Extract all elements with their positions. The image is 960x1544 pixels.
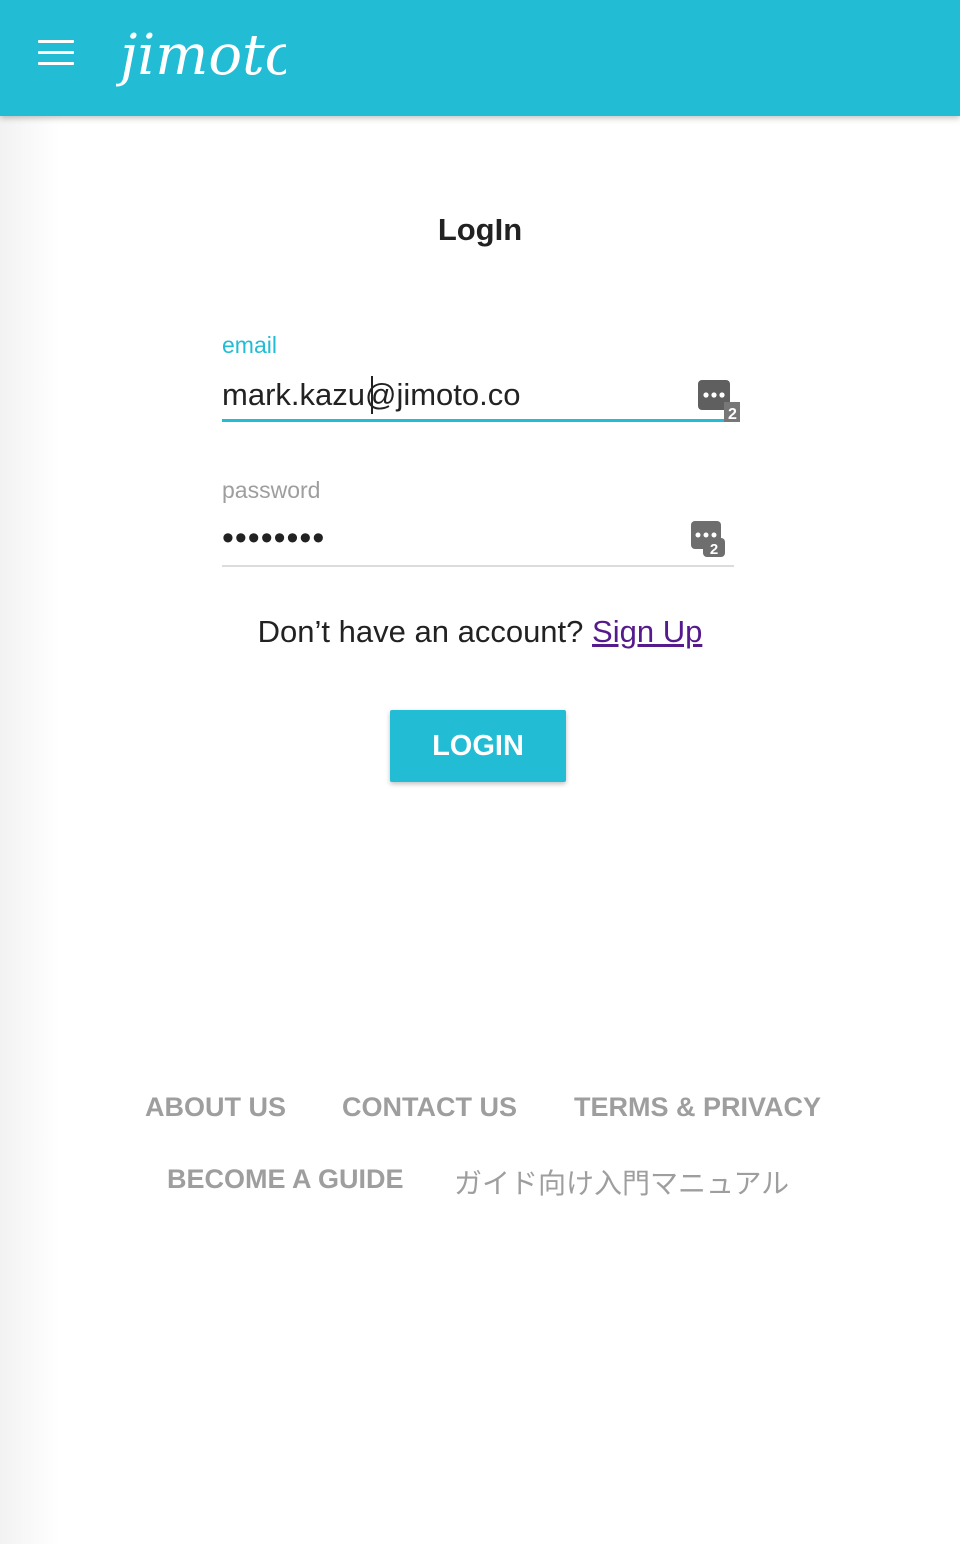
sign-up-link[interactable]: Sign Up xyxy=(592,614,702,649)
page-title: LogIn xyxy=(437,212,523,247)
svg-text:2: 2 xyxy=(710,541,718,558)
hamburger-menu-icon[interactable] xyxy=(38,40,74,66)
login-button[interactable]: LOGIN xyxy=(390,710,566,782)
text-caret xyxy=(371,376,373,414)
left-edge-shadow xyxy=(0,116,60,1544)
svg-text:jimoto: jimoto xyxy=(116,23,286,88)
signup-prompt: Don’t have an account? Sign Up xyxy=(0,614,960,650)
email-underline-focused xyxy=(222,419,726,422)
jimoto-logo[interactable]: jimoto xyxy=(116,14,286,94)
svg-text:2: 2 xyxy=(728,406,737,422)
footer-become-guide-link[interactable]: BECOME A GUIDE xyxy=(167,1164,404,1195)
password-manager-icon[interactable]: 2 xyxy=(691,521,733,563)
email-label: email xyxy=(222,332,277,358)
footer-terms-privacy-link[interactable]: TERMS & PRIVACY xyxy=(574,1092,821,1123)
email-field[interactable] xyxy=(222,374,702,416)
password-manager-icon[interactable]: 2 xyxy=(698,380,740,422)
footer-about-us-link[interactable]: ABOUT US xyxy=(145,1092,286,1123)
app-bar: jimoto xyxy=(0,0,960,116)
password-underline xyxy=(222,565,734,567)
footer-guide-manual-link[interactable]: ガイド向け入門マニュアル xyxy=(454,1162,789,1202)
footer-contact-us-link[interactable]: CONTACT US xyxy=(342,1092,517,1123)
signup-prompt-text: Don’t have an account? xyxy=(257,614,584,649)
password-label: password xyxy=(222,477,321,503)
password-field[interactable] xyxy=(222,518,702,558)
